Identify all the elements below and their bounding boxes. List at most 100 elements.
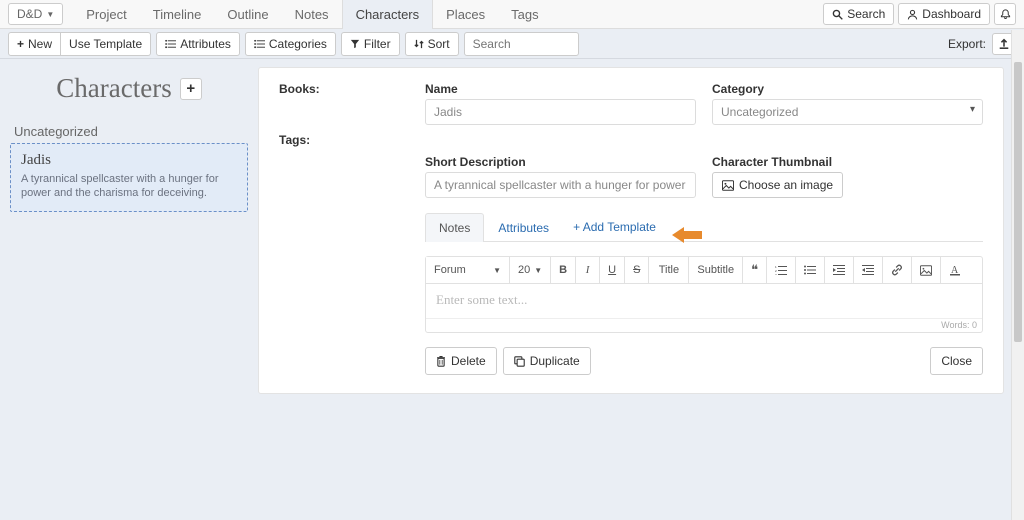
bold-button[interactable]: B: [551, 257, 576, 283]
search-input[interactable]: [464, 32, 579, 56]
add-character-button[interactable]: +: [180, 78, 202, 100]
editor-textarea[interactable]: Enter some text...: [426, 284, 982, 318]
svg-text:3: 3: [775, 273, 777, 275]
caret-down-icon: ▼: [46, 10, 54, 19]
font-family-select[interactable]: Forum▼: [426, 257, 510, 283]
export-zone: Export:: [948, 33, 1016, 55]
nav-places[interactable]: Places: [433, 0, 498, 29]
choose-image-label: Choose an image: [739, 178, 833, 192]
category-select[interactable]: Uncategorized: [712, 99, 983, 125]
duplicate-button[interactable]: Duplicate: [503, 347, 591, 375]
underline-icon: U: [608, 264, 616, 276]
top-nav: D&D ▼ Project Timeline Outline Notes Cha…: [0, 0, 1024, 29]
ordered-list-icon: 123: [775, 265, 787, 275]
new-label: New: [28, 37, 52, 51]
shortdesc-input[interactable]: [425, 172, 696, 198]
detail-actions: Delete Duplicate Close: [425, 347, 983, 375]
subtitle-style-button[interactable]: Subtitle: [689, 257, 743, 283]
tab-notes[interactable]: Notes: [425, 213, 484, 242]
dashboard-button[interactable]: Dashboard: [898, 3, 990, 25]
caret-down-icon: ▼: [493, 266, 501, 275]
export-label: Export:: [948, 37, 986, 51]
indent-icon: [862, 265, 874, 275]
filter-button[interactable]: Filter: [341, 32, 400, 56]
category-label: Category: [712, 82, 983, 96]
italic-button[interactable]: I: [576, 257, 600, 283]
delete-button[interactable]: Delete: [425, 347, 497, 375]
image-icon: [722, 180, 734, 191]
nav-tags[interactable]: Tags: [498, 0, 551, 29]
bullet-list-icon: [804, 265, 816, 275]
character-list-column: Characters + Uncategorized Jadis A tyran…: [0, 59, 258, 520]
user-icon: [907, 9, 918, 20]
page-title: Characters: [56, 73, 171, 104]
bold-icon: B: [559, 264, 567, 276]
use-template-button[interactable]: Use Template: [61, 32, 151, 56]
text-color-button[interactable]: A: [941, 257, 969, 283]
plus-icon: +: [17, 37, 24, 51]
global-search-button[interactable]: Search: [823, 3, 894, 25]
dashboard-label: Dashboard: [922, 7, 981, 21]
filter-icon: [350, 39, 360, 49]
delete-label: Delete: [451, 354, 486, 368]
word-count: Words: 0: [426, 318, 982, 332]
italic-icon: I: [586, 264, 590, 276]
categories-button[interactable]: Categories: [245, 32, 336, 56]
text-color-icon: A: [949, 264, 961, 276]
nav-notes[interactable]: Notes: [282, 0, 342, 29]
nav-timeline[interactable]: Timeline: [140, 0, 215, 29]
sort-button[interactable]: Sort: [405, 32, 459, 56]
topnav-right: Search Dashboard: [823, 3, 1016, 25]
arrow-callout-icon: [672, 227, 702, 243]
link-button[interactable]: [883, 257, 912, 283]
indent-button[interactable]: [854, 257, 883, 283]
duplicate-label: Duplicate: [530, 354, 580, 368]
character-card[interactable]: Jadis A tyrannical spellcaster with a hu…: [10, 143, 248, 212]
detail-tabs: Notes Attributes + Add Template: [425, 212, 983, 242]
quote-button[interactable]: ❝: [743, 257, 767, 283]
nav-characters[interactable]: Characters: [342, 0, 434, 29]
toolbar: + New Use Template Attributes Categories…: [0, 29, 1024, 59]
nav-project[interactable]: Project: [73, 0, 139, 29]
image-icon: [920, 265, 932, 276]
strike-icon: S: [633, 264, 640, 276]
page-title-row: Characters +: [10, 73, 248, 104]
scrollbar-thumb[interactable]: [1014, 62, 1022, 342]
image-button[interactable]: [912, 257, 941, 283]
name-input[interactable]: [425, 99, 696, 125]
nav-outline[interactable]: Outline: [214, 0, 281, 29]
upload-icon: [998, 38, 1010, 50]
attributes-label: Attributes: [180, 37, 231, 51]
character-card-desc: A tyrannical spellcaster with a hunger f…: [21, 172, 237, 201]
outdent-button[interactable]: [825, 257, 854, 283]
thumbnail-label: Character Thumbnail: [712, 155, 983, 169]
notifications-button[interactable]: [994, 3, 1016, 25]
bullet-list-button[interactable]: [796, 257, 825, 283]
link-icon: [891, 264, 903, 276]
sort-label: Sort: [428, 37, 450, 51]
name-label: Name: [425, 82, 696, 96]
search-icon: [832, 9, 843, 20]
trash-icon: [436, 356, 446, 367]
copy-icon: [514, 356, 525, 367]
vertical-scrollbar[interactable]: [1011, 30, 1024, 520]
sort-icon: [414, 39, 424, 49]
new-group: + New Use Template: [8, 32, 151, 56]
strike-button[interactable]: S: [625, 257, 649, 283]
outdent-icon: [833, 265, 845, 275]
filter-label: Filter: [364, 37, 391, 51]
caret-down-icon: ▼: [534, 266, 542, 275]
underline-button[interactable]: U: [600, 257, 625, 283]
project-dropdown[interactable]: D&D ▼: [8, 3, 63, 25]
ordered-list-button[interactable]: 123: [767, 257, 796, 283]
title-style-button[interactable]: Title: [649, 257, 689, 283]
add-template-button[interactable]: + Add Template: [563, 213, 666, 241]
tab-attributes[interactable]: Attributes: [484, 213, 563, 242]
choose-image-button[interactable]: Choose an image: [712, 172, 843, 198]
close-button[interactable]: Close: [930, 347, 983, 375]
page-body: Characters + Uncategorized Jadis A tyran…: [0, 59, 1024, 520]
attributes-button[interactable]: Attributes: [156, 32, 240, 56]
bell-icon: [1000, 8, 1011, 20]
new-button[interactable]: + New: [8, 32, 61, 56]
font-size-select[interactable]: 20▼: [510, 257, 551, 283]
